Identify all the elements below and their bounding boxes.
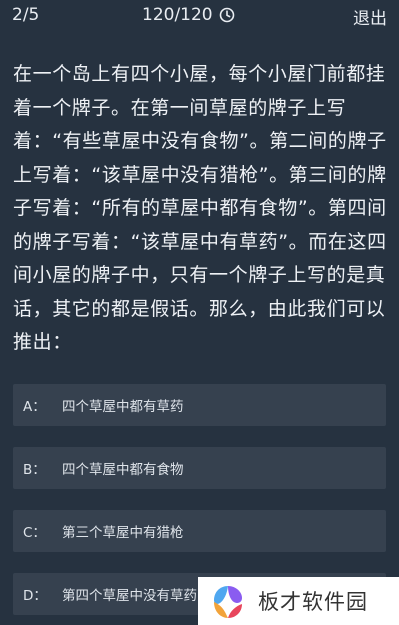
clock-icon xyxy=(219,7,234,23)
option-c[interactable]: C： 第三个草屋中有猎枪 xyxy=(13,510,386,552)
question-progress: 2/5 xyxy=(12,5,40,25)
option-text: 第三个草屋中有猎枪 xyxy=(62,525,184,541)
timer: 120/120 xyxy=(142,5,235,25)
option-text: 四个草屋中都有草药 xyxy=(62,399,184,415)
option-letter: B： xyxy=(23,462,46,478)
question-text: 在一个岛上有四个小屋，每个小屋门前都挂着一个牌子。在第一间草屋的牌子上写着：“有… xyxy=(13,63,387,353)
option-letter: A： xyxy=(23,399,46,415)
option-text: 四个草屋中都有食物 xyxy=(62,462,184,478)
timer-value: 120/120 xyxy=(142,5,213,25)
option-letter: C： xyxy=(23,525,46,541)
option-letter: D： xyxy=(23,588,47,604)
watermark-banner: 板才软件园 xyxy=(198,577,399,625)
site-logo-icon xyxy=(214,586,242,618)
watermark-text: 板才软件园 xyxy=(258,590,368,614)
option-text: 第四个草屋中没有草药 xyxy=(62,588,197,604)
option-b[interactable]: B： 四个草屋中都有食物 xyxy=(13,447,386,489)
option-a[interactable]: A： 四个草屋中都有草药 xyxy=(13,384,386,426)
top-bar: 2/5 120/120 退出 xyxy=(0,0,399,32)
exit-button[interactable]: 退出 xyxy=(353,4,387,29)
